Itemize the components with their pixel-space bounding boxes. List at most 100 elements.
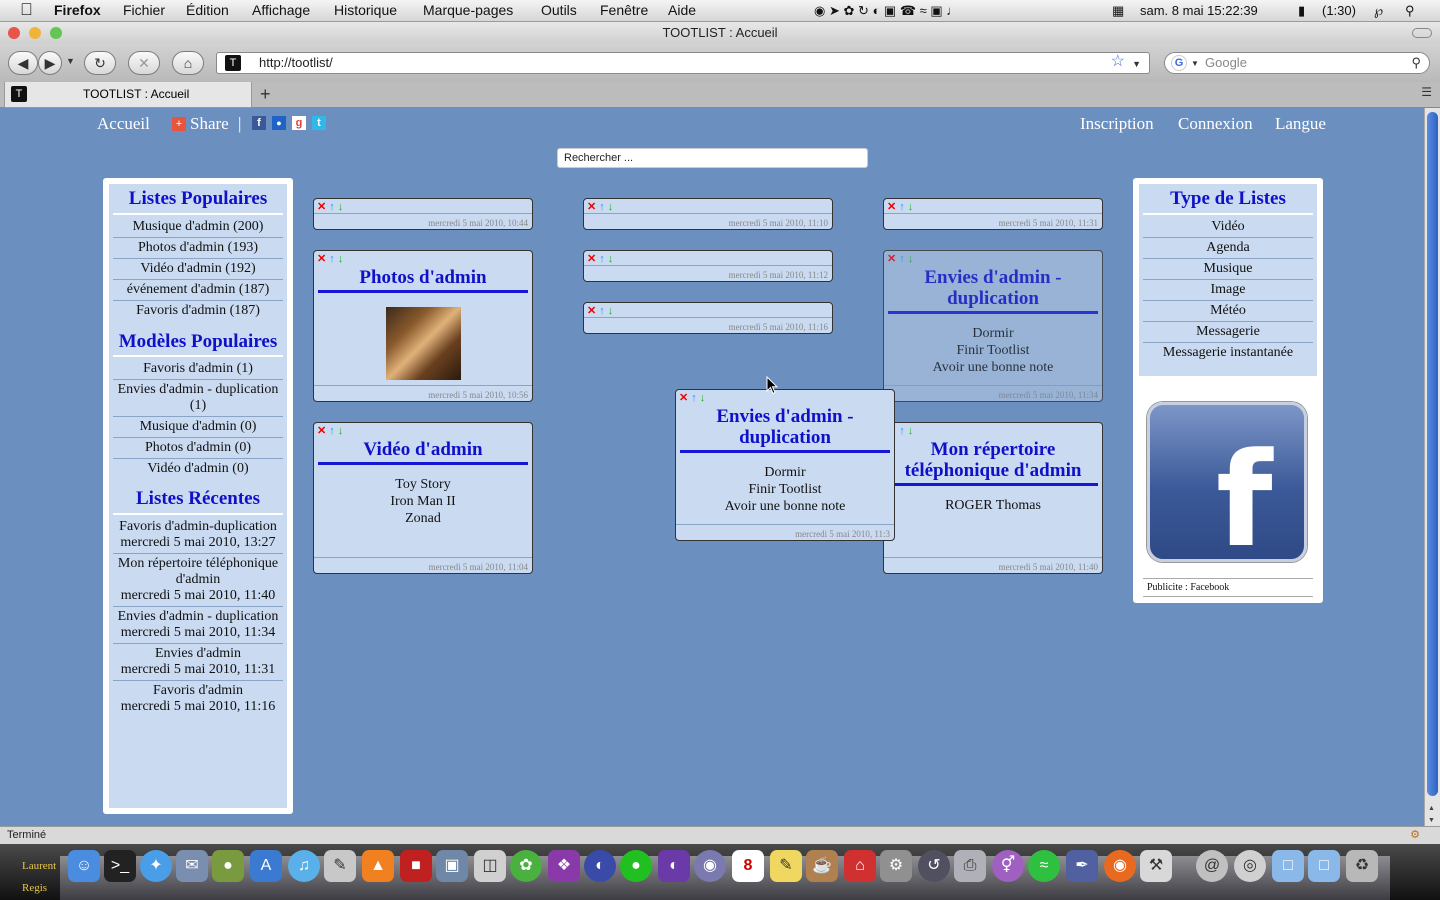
move-down-icon[interactable]: ↓ xyxy=(608,253,614,265)
menu-marque-pages[interactable]: Marque-pages xyxy=(423,2,513,18)
share-icon[interactable]: + xyxy=(172,117,186,131)
move-up-icon[interactable]: ↑ xyxy=(329,425,335,437)
list-card-dragging[interactable]: ✕ ↑ ↓ Envies d'admin - duplication Dormir … xyxy=(675,389,895,541)
move-up-icon[interactable]: ↑ xyxy=(899,425,905,437)
list-card[interactable]: ✕ ↑ ↓ mercredi 5 mai 2010, 11:16 xyxy=(583,302,833,334)
list-card[interactable]: ✕ ↑ ↓ mercredi 5 mai 2010, 10:44 xyxy=(313,198,533,230)
move-up-icon[interactable]: ↑ xyxy=(899,201,905,213)
login-link[interactable]: Connexion xyxy=(1178,114,1253,134)
addon-icon[interactable]: ⚙ xyxy=(1410,827,1420,844)
dashboard-icon[interactable]: ◉ xyxy=(694,850,726,882)
list-card-drag-placeholder[interactable]: ✕ ↑ ↓ Envies d'admin - duplication Dormir … xyxy=(883,250,1103,402)
list-type-item[interactable]: Messagerie xyxy=(1143,321,1313,342)
move-up-icon[interactable]: ↑ xyxy=(599,253,605,265)
home-link[interactable]: Accueil xyxy=(97,114,150,134)
green-app-icon[interactable]: ● xyxy=(620,850,652,882)
zoom-window-button[interactable] xyxy=(50,27,62,39)
gender-app-icon[interactable]: ⚥ xyxy=(992,850,1024,882)
menu-fichier[interactable]: Fichier xyxy=(123,2,165,18)
home-app-icon[interactable]: ⌂ xyxy=(844,850,876,882)
popular-list-item[interactable]: Photos d'admin (193) xyxy=(113,237,283,258)
scroll-up-arrow-icon[interactable]: ▲ xyxy=(1428,805,1435,812)
delete-icon[interactable]: ✕ xyxy=(887,253,896,265)
facebook-ad-logo[interactable]: f xyxy=(1147,402,1307,565)
calendar-icon[interactable]: ▦ xyxy=(1112,3,1124,19)
menu-aide[interactable]: Aide xyxy=(668,2,696,18)
menu-historique[interactable]: Historique xyxy=(334,2,397,18)
delete-icon[interactable]: ✕ xyxy=(587,201,596,213)
menu-outils[interactable]: Outils xyxy=(541,2,577,18)
itunes-icon[interactable]: ♫ xyxy=(288,850,320,882)
menu-affichage[interactable]: Affichage xyxy=(252,2,310,18)
list-card[interactable]: ✕↑↓ Mon répertoire téléphonique d'admin … xyxy=(883,422,1103,574)
reload-button[interactable]: ↻ xyxy=(84,51,116,75)
delete-icon[interactable]: ✕ xyxy=(587,305,596,317)
popular-model-item[interactable]: Vidéo d'admin (0) xyxy=(113,458,283,479)
delete-icon[interactable]: ✕ xyxy=(317,253,326,265)
google-icon[interactable]: G xyxy=(1171,55,1187,71)
card-title[interactable]: Mon répertoire téléphonique d'admin xyxy=(888,439,1098,486)
spotlight-icon[interactable]: ⚲ xyxy=(1405,3,1415,19)
eclipse-icon[interactable]: ◐ xyxy=(658,850,690,882)
delete-icon[interactable]: ✕ xyxy=(887,201,896,213)
page-scrollbar[interactable]: ▲ ▼ xyxy=(1424,108,1440,826)
spotify-icon[interactable]: ≈ xyxy=(1028,850,1060,882)
forward-button[interactable]: ▶ xyxy=(38,51,62,75)
close-window-button[interactable] xyxy=(8,27,20,39)
utility-icon[interactable]: ⚒ xyxy=(1140,850,1172,882)
apple-icon[interactable]:  xyxy=(20,0,33,20)
popular-model-item[interactable]: Photos d'admin (0) xyxy=(113,437,283,458)
card-title[interactable]: Envies d'admin - duplication xyxy=(680,406,890,453)
url-bar[interactable]: T http://tootlist/ ☆ ▼ xyxy=(216,52,1150,74)
menu-app-name[interactable]: Firefox xyxy=(54,2,101,18)
status-icons[interactable]: ◉ ➤ ✿ ↻ ◐ ▣ ☎ ≈ ▣ ♩ xyxy=(814,3,959,19)
move-down-icon[interactable]: ↓ xyxy=(608,201,614,213)
menu-edition[interactable]: Édition xyxy=(186,2,229,18)
finder-icon[interactable]: ☺ xyxy=(68,850,100,882)
home-button[interactable]: ⌂ xyxy=(172,51,204,75)
trash-icon[interactable]: ♻ xyxy=(1346,850,1378,882)
vlc-icon[interactable]: ▲ xyxy=(362,850,394,882)
minimize-window-button[interactable] xyxy=(29,27,41,39)
back-button[interactable]: ◀ xyxy=(8,51,38,75)
system-preferences-icon[interactable]: ⚙ xyxy=(880,850,912,882)
preview-icon[interactable]: ▣ xyxy=(436,850,468,882)
list-card[interactable]: ✕ ↑ ↓ mercredi 5 mai 2010, 11:31 xyxy=(883,198,1103,230)
recent-list-item[interactable]: Envies d'admin mercredi 5 mai 2010, 11:31 xyxy=(113,643,283,680)
time-machine-icon[interactable]: ↺ xyxy=(918,850,950,882)
list-type-item[interactable]: Musique xyxy=(1143,258,1313,279)
scroll-down-arrow-icon[interactable]: ▼ xyxy=(1428,817,1435,824)
firefox-icon[interactable]: ◉ xyxy=(1104,850,1136,882)
move-down-icon[interactable]: ↓ xyxy=(908,201,914,213)
delete-icon[interactable]: ✕ xyxy=(587,253,596,265)
history-dropdown-icon[interactable]: ▼ xyxy=(66,56,75,66)
pen-app-icon[interactable]: ✒ xyxy=(1066,850,1098,882)
recent-list-item[interactable]: Envies d'admin - duplication mercredi 5 m… xyxy=(113,606,283,643)
language-link[interactable]: Langue xyxy=(1275,114,1326,134)
delete-icon[interactable]: ✕ xyxy=(317,201,326,213)
delete-icon[interactable]: ✕ xyxy=(317,425,326,437)
list-type-item[interactable]: Agenda xyxy=(1143,237,1313,258)
move-up-icon[interactable]: ↑ xyxy=(329,201,335,213)
bluetooth-icon[interactable]: ℘ xyxy=(1374,3,1383,19)
popular-model-item[interactable]: Envies d'admin - duplication (1) xyxy=(113,379,283,416)
popular-model-item[interactable]: Musique d'admin (0) xyxy=(113,416,283,437)
toolbar-toggle-button[interactable] xyxy=(1412,28,1432,38)
dvd-icon[interactable]: ◎ xyxy=(1234,850,1266,882)
list-card[interactable]: ✕ ↑ ↓ Photos d'admin mercredi 5 mai 2010, … xyxy=(313,250,533,402)
list-card[interactable]: ✕ ↑ ↓ mercredi 5 mai 2010, 11:12 xyxy=(583,250,833,282)
twitter-share-icon[interactable]: t xyxy=(312,116,326,130)
register-link[interactable]: Inscription xyxy=(1080,114,1154,134)
tab-tootlist[interactable]: T TOOTLIST : Accueil xyxy=(4,82,252,108)
new-tab-button[interactable]: + xyxy=(260,84,271,105)
menu-fenetre[interactable]: Fenêtre xyxy=(600,2,648,18)
adium-icon[interactable]: ● xyxy=(212,850,244,882)
move-down-icon[interactable]: ↓ xyxy=(338,425,344,437)
list-all-tabs-icon[interactable]: ☰ xyxy=(1421,85,1432,99)
address-icon[interactable]: @ xyxy=(1196,850,1228,882)
move-down-icon[interactable]: ↓ xyxy=(908,425,914,437)
photo-booth-icon[interactable]: ■ xyxy=(400,850,432,882)
popular-model-item[interactable]: Favoris d'admin (1) xyxy=(113,359,283,379)
move-up-icon[interactable]: ↑ xyxy=(329,253,335,265)
recent-list-item[interactable]: Favoris d'admin-duplication mercredi 5 ma… xyxy=(113,517,283,553)
